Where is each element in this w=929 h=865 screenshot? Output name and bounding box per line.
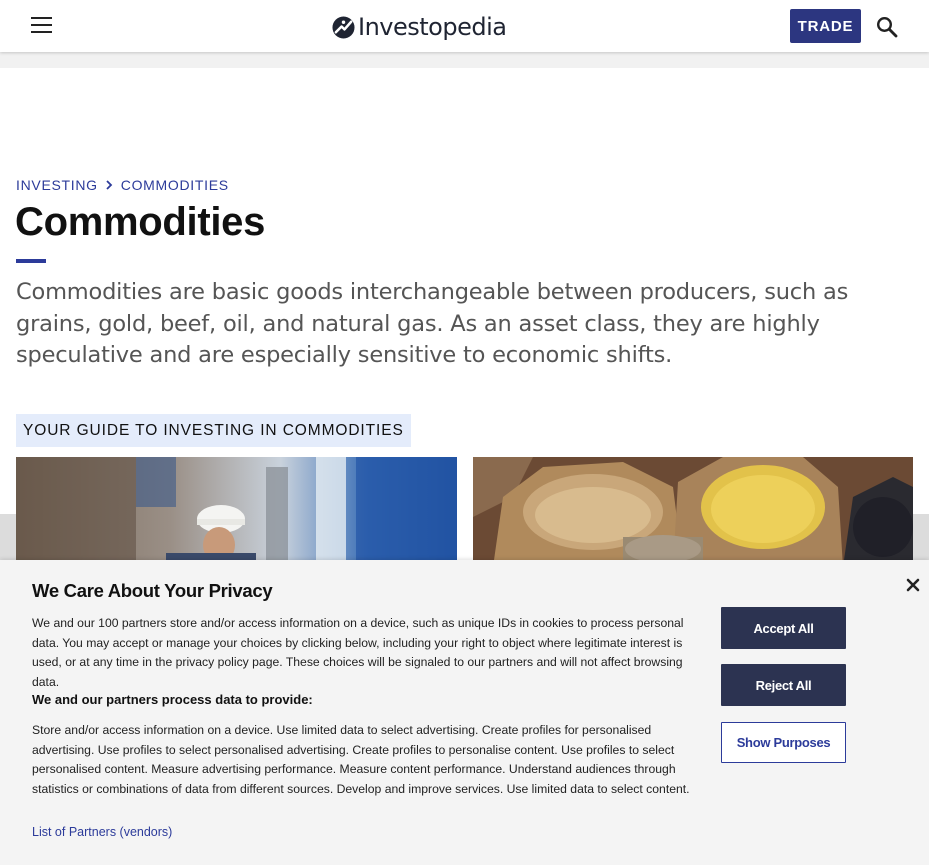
site-header: Investopedia TRADE xyxy=(0,0,929,52)
privacy-subheading: We and our partners process data to prov… xyxy=(32,692,313,707)
logo-text: Investopedia xyxy=(358,13,507,41)
worker-factory-image xyxy=(16,457,457,567)
privacy-title: We Care About Your Privacy xyxy=(32,580,273,601)
hamburger-menu-icon[interactable] xyxy=(31,16,53,34)
title-underline xyxy=(16,259,46,263)
breadcrumb: INVESTING COMMODITIES xyxy=(16,177,229,193)
article-card-worker-image[interactable] xyxy=(16,457,457,567)
page-title: Commodities xyxy=(15,200,266,244)
grain-sacks-image xyxy=(473,457,913,567)
reject-all-button[interactable]: Reject All xyxy=(721,664,846,706)
breadcrumb-commodities[interactable]: COMMODITIES xyxy=(121,177,229,193)
show-purposes-button[interactable]: Show Purposes xyxy=(721,722,846,763)
accept-all-button[interactable]: Accept All xyxy=(721,607,846,649)
page-intro: Commodities are basic goods interchangea… xyxy=(16,279,849,368)
privacy-consent-banner: We Care About Your Privacy We and our 10… xyxy=(0,560,929,865)
privacy-description: We and our 100 partners store and/or acc… xyxy=(32,616,684,689)
carousel-edge-right xyxy=(913,514,929,564)
logo-mark-icon xyxy=(332,15,355,39)
close-icon[interactable] xyxy=(905,577,921,593)
chevron-right-icon xyxy=(106,180,113,190)
carousel-edge-left xyxy=(0,514,16,564)
ad-placeholder xyxy=(0,52,929,68)
breadcrumb-investing[interactable]: INVESTING xyxy=(16,177,98,193)
article-card-grains-image[interactable] xyxy=(473,457,913,567)
trade-button[interactable]: TRADE xyxy=(790,9,861,43)
guide-section-label: YOUR GUIDE TO INVESTING IN COMMODITIES xyxy=(16,414,411,447)
partners-list-link[interactable]: List of Partners (vendors) xyxy=(32,825,172,839)
search-icon[interactable] xyxy=(875,15,899,39)
site-logo[interactable]: Investopedia xyxy=(332,11,507,43)
privacy-purposes-text: Store and/or access information on a dev… xyxy=(32,723,690,796)
